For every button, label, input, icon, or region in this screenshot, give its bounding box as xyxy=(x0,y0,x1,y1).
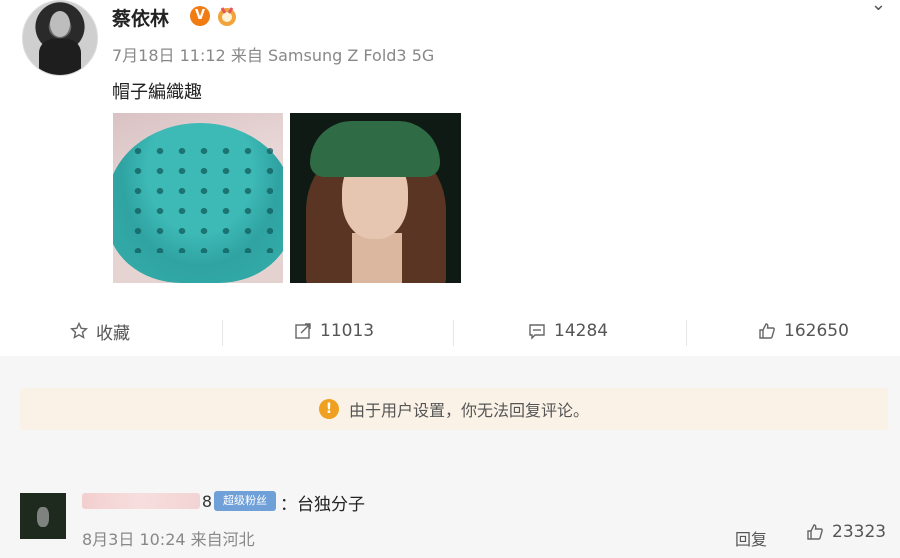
commenter-avatar[interactable] xyxy=(20,493,66,539)
reply-disabled-notice: ! 由于用户设置，你无法回复评论。 xyxy=(20,388,888,430)
notice-text: 由于用户设置，你无法回复评论。 xyxy=(348,401,589,420)
post-content: 帽子編織趣 xyxy=(112,82,202,103)
poster-avatar[interactable] xyxy=(22,0,98,76)
chevron-down-icon[interactable]: ⌄ xyxy=(871,0,886,15)
comment-like-count: 23323 xyxy=(832,522,887,542)
post-meta: 7月18日 11:12 来自 Samsung Z Fold3 5G xyxy=(112,42,434,66)
medal-icon xyxy=(218,7,236,26)
repost-icon xyxy=(295,323,311,339)
repost-button[interactable]: 11013 xyxy=(294,308,374,354)
source-label: 来自 xyxy=(230,46,263,65)
star-icon xyxy=(70,322,88,339)
poster-username[interactable]: 蔡依林 xyxy=(112,4,169,31)
verified-badge: V xyxy=(190,6,210,26)
post-timestamp[interactable]: 7月18日 11:12 xyxy=(112,46,226,65)
comment-icon xyxy=(529,324,545,340)
thumbs-up-icon xyxy=(807,524,823,540)
like-count: 162650 xyxy=(784,321,849,341)
commenter-username[interactable]: 8 xyxy=(82,490,212,512)
post-image-2[interactable] xyxy=(290,113,461,283)
fan-badge[interactable]: 超级粉丝 xyxy=(214,491,276,511)
blurred-name xyxy=(82,493,200,509)
comment-count: 14284 xyxy=(554,321,609,341)
comment-location: 来自河北 xyxy=(190,530,255,549)
comment-button[interactable]: 14284 xyxy=(528,308,608,354)
warning-icon: ! xyxy=(318,399,339,419)
post-image-1[interactable] xyxy=(113,113,283,283)
comment-like-button[interactable]: 23323 xyxy=(806,522,886,542)
reply-button[interactable]: 回复 xyxy=(735,526,767,550)
thumbs-up-icon xyxy=(759,323,775,339)
comment-timestamp: 8月3日 10:24 xyxy=(82,530,186,549)
like-button[interactable]: 162650 xyxy=(758,308,849,354)
repost-count: 11013 xyxy=(320,321,375,341)
comment-meta: 8月3日 10:24 来自河北 xyxy=(82,526,255,550)
favorite-label: 收藏 xyxy=(96,323,130,344)
comment-text: ：台独分子 xyxy=(280,495,365,515)
favorite-button[interactable]: 收藏 xyxy=(70,308,130,354)
post-source: Samsung Z Fold3 5G xyxy=(267,46,435,65)
commenter-name-suffix: 8 xyxy=(201,491,212,511)
post-action-bar: 收藏 11013 14284 162650 xyxy=(0,308,900,354)
